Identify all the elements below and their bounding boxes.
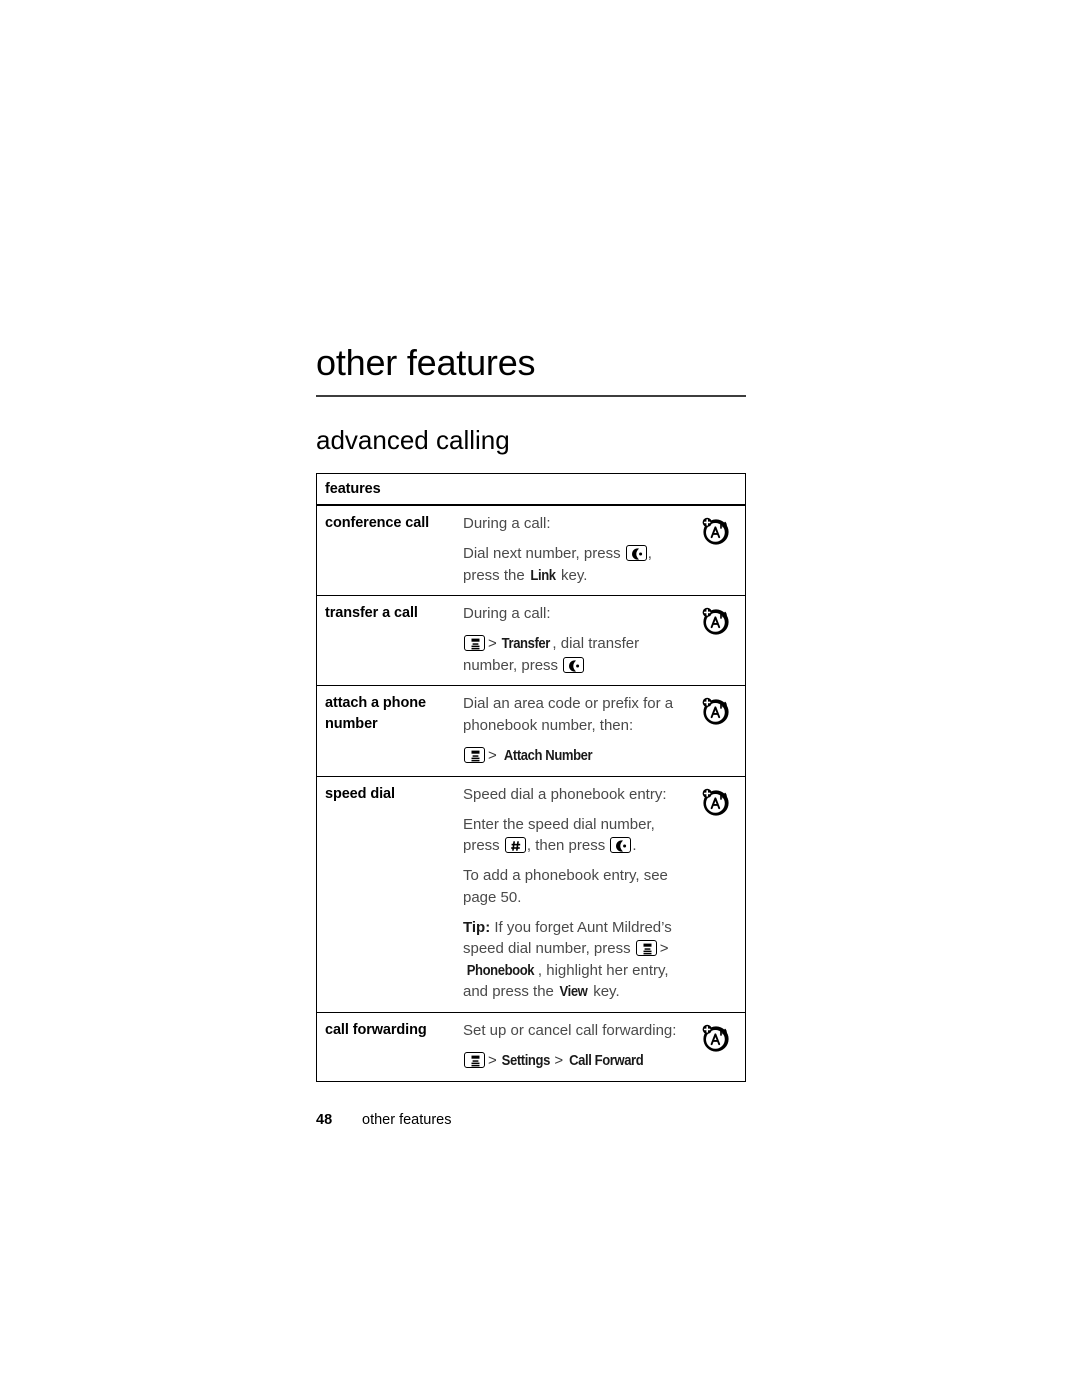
table-row: call forwarding Set up or cancel call for… <box>317 1012 746 1081</box>
network-a-icon <box>702 788 729 816</box>
feature-icon-cell <box>693 1012 746 1081</box>
menu-separator: > <box>488 1052 497 1070</box>
network-a-icon <box>702 698 729 725</box>
feature-description: During a call: > Transfer, dial transfer n… <box>457 595 693 687</box>
menu-separator: > <box>659 940 669 958</box>
key-name-label: Phonebook <box>466 962 535 979</box>
menu-key-icon <box>464 746 485 763</box>
feature-label: speed dial <box>316 776 457 1013</box>
table-row: speed dial Speed dial a phonebook entry: E… <box>316 776 746 1013</box>
description-text: . <box>632 837 637 855</box>
send-key-icon <box>625 545 647 562</box>
tip-label: Tip: <box>463 919 491 936</box>
description-paragraph: Set up or cancel call forwarding: <box>463 1020 691 1041</box>
description-text: During a call: <box>463 605 551 623</box>
feature-label: transfer a call <box>316 595 457 687</box>
menu-key-icon <box>464 635 485 652</box>
description-text: key. <box>589 983 620 1001</box>
description-paragraph: Dial an area code or prefix for a phoneb… <box>463 693 691 736</box>
table-row: conference call During a call: Dial next n… <box>316 505 746 597</box>
description-paragraph: During a call: <box>463 603 691 624</box>
description-paragraph: Tip: If you forget Aunt Mildred’s speed … <box>463 917 691 1003</box>
page-content: other features advanced calling features… <box>316 0 746 1128</box>
menu-key-icon <box>635 940 657 957</box>
description-paragraph: Speed dial a phonebook entry: <box>463 784 691 805</box>
feature-label: conference call <box>316 505 457 597</box>
feature-icon-cell <box>693 776 746 1013</box>
description-text: Speed dial a phonebook entry: <box>463 785 667 803</box>
key-name-label: Call Forward <box>569 1053 644 1070</box>
menu-key-icon <box>464 1052 485 1069</box>
description-text: key. <box>556 566 588 584</box>
description-text: To add a phonebook entry, see page 50. <box>463 867 668 906</box>
feature-description: Set up or cancel call forwarding: > Settin… <box>457 1012 693 1081</box>
menu-separator: > <box>488 635 497 653</box>
footer-page-label: other features <box>362 1111 452 1128</box>
page-footer: 48 other features <box>316 1112 746 1128</box>
key-name-label: Attach Number <box>503 747 593 764</box>
feature-icon-cell <box>693 685 746 777</box>
key-name-label: Settings <box>501 1053 550 1070</box>
pound-key-icon <box>504 837 526 854</box>
table-header-cell: features <box>316 473 746 506</box>
send-key-icon <box>610 837 632 854</box>
feature-icon-cell <box>693 595 746 687</box>
key-name-label: View <box>559 984 588 1001</box>
description-paragraph: > Settings > Call Forward <box>463 1050 691 1072</box>
page-title: other features <box>316 342 536 383</box>
description-paragraph: > Attach Number <box>463 745 691 767</box>
key-name-label: Link <box>530 567 556 584</box>
key-name-label: Transfer <box>501 636 550 653</box>
description-paragraph: During a call: <box>463 513 691 534</box>
feature-description: Speed dial a phonebook entry: Enter the s… <box>457 776 693 1013</box>
description-text: During a call: <box>463 515 551 532</box>
description-text: , then press <box>526 837 610 855</box>
description-paragraph: Dial next number, press , press the Link… <box>463 543 691 586</box>
table-header-label: features <box>325 481 381 497</box>
feature-description: Dial an area code or prefix for a phoneb… <box>457 685 693 777</box>
table-row: transfer a call During a call: > Transfer, … <box>316 595 746 687</box>
description-text: Dial next number, press <box>463 545 625 563</box>
feature-description: During a call: Dial next number, press , … <box>457 505 693 597</box>
feature-label: call forwarding <box>325 1021 427 1038</box>
description-text: Dial an area code or prefix for a phoneb… <box>463 695 674 734</box>
feature-icon-cell <box>693 505 746 597</box>
table-row: attach a phone number Dial an area code o… <box>316 685 746 777</box>
network-a-icon <box>702 607 729 635</box>
menu-separator: > <box>554 1052 564 1070</box>
description-paragraph: To add a phonebook entry, see page 50. <box>463 865 691 908</box>
features-table: features conference call During a call: Di… <box>316 473 746 1082</box>
menu-separator: > <box>488 746 497 764</box>
feature-label: attach a phone number <box>316 685 457 777</box>
description-text: Set up or cancel call forwarding: <box>463 1021 677 1039</box>
send-key-icon <box>563 657 585 674</box>
features-table-body: features conference call During a call: Di… <box>316 473 746 1082</box>
network-a-icon <box>702 1024 729 1052</box>
footer-page-number: 48 <box>316 1111 333 1128</box>
network-a-icon <box>702 517 729 545</box>
table-header-row: features <box>316 473 746 506</box>
section-title: advanced calling <box>316 425 510 455</box>
description-paragraph: > Transfer, dial transfer number, press <box>463 633 691 676</box>
description-paragraph: Enter the speed dial number, press , the… <box>463 814 691 857</box>
